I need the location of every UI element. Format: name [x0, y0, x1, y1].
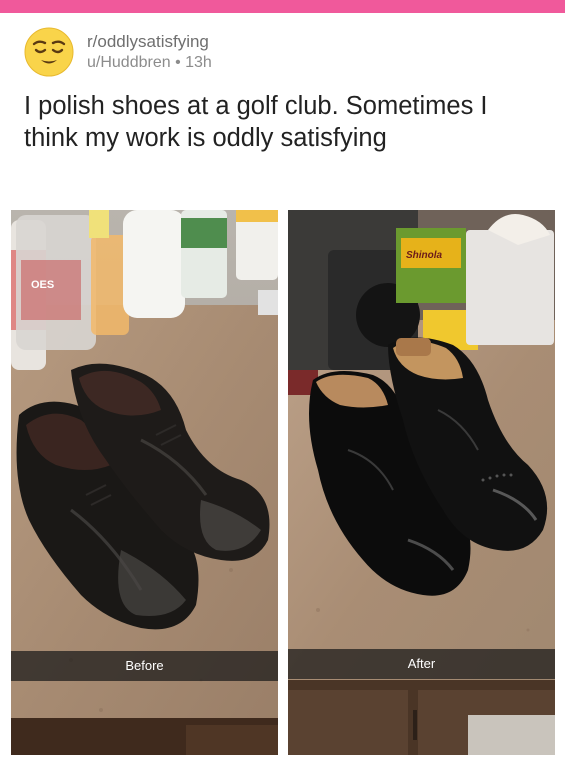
post-byline: u/Huddbren • 13h	[87, 54, 212, 71]
subreddit-link[interactable]: r/oddlysatisfying	[87, 31, 212, 52]
top-accent-bar	[0, 0, 565, 13]
username-link[interactable]: u/Huddbren	[87, 54, 171, 71]
after-photo[interactable]: Shinola After	[288, 210, 555, 755]
post-header: r/oddlysatisfying u/Huddbren • 13h	[24, 27, 544, 79]
svg-text:Shinola: Shinola	[406, 250, 443, 261]
subreddit-avatar-icon[interactable]	[24, 27, 74, 77]
before-caption: Before	[11, 651, 278, 681]
post-title[interactable]: I polish shoes at a golf club. Sometimes…	[24, 90, 544, 154]
svg-text:OES: OES	[31, 279, 54, 291]
before-photo[interactable]: OES Before	[11, 210, 278, 755]
post-time: 13h	[185, 54, 212, 71]
post-meta: r/oddlysatisfying u/Huddbren • 13h	[87, 31, 212, 73]
after-caption: After	[288, 649, 555, 679]
